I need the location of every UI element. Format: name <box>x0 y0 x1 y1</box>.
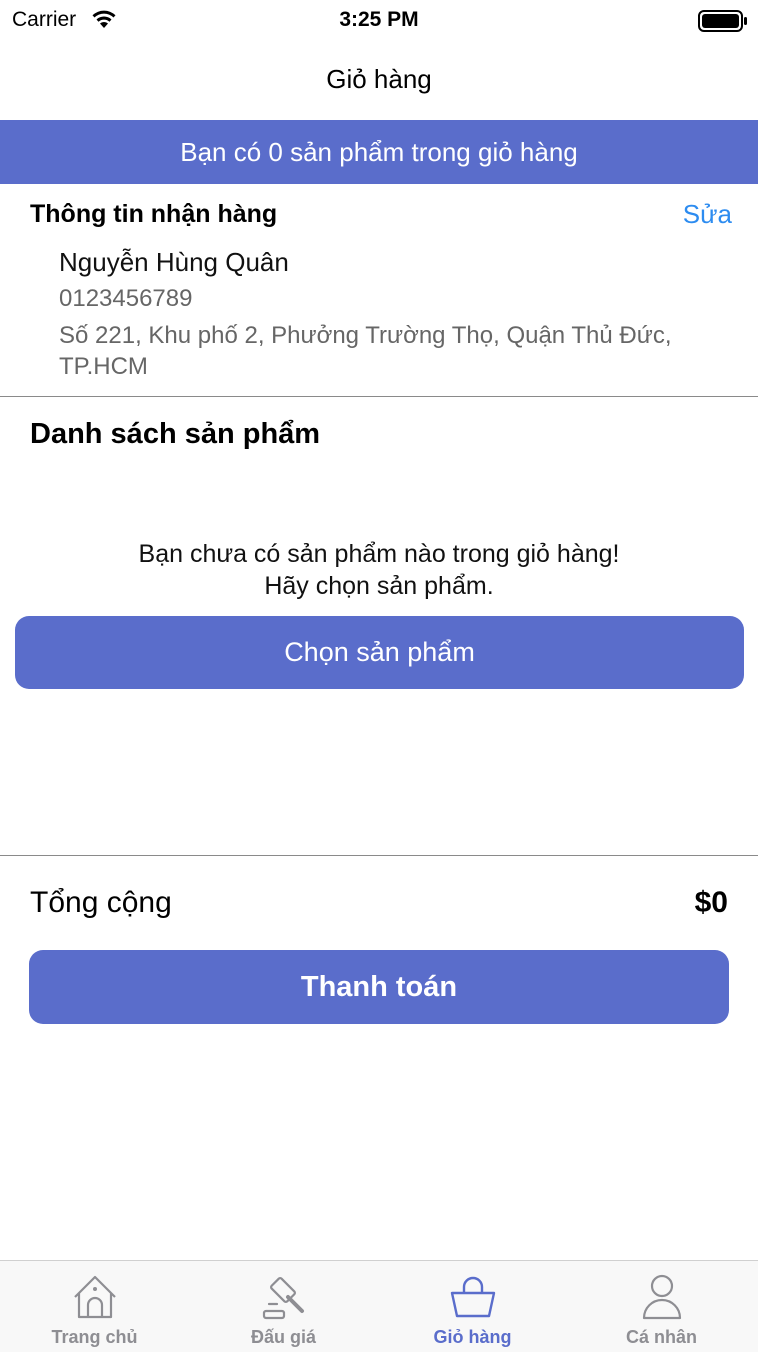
tab-label: Đấu giá <box>250 1327 316 1347</box>
tab-bar: Trang chủ Đấu giá Giỏ hàng Cá nhân <box>0 1260 758 1352</box>
choose-products-button[interactable]: Chọn sản phẩm <box>15 616 744 689</box>
section-divider <box>0 855 758 856</box>
tab-home[interactable]: Trang chủ <box>0 1261 189 1352</box>
tab-profile[interactable]: Cá nhân <box>567 1261 756 1352</box>
total-label: Tổng cộng <box>30 886 172 919</box>
status-bar: Carrier 3:25 PM <box>0 0 758 42</box>
gavel-icon <box>262 1277 304 1320</box>
shipping-info-title: Thông tin nhận hàng <box>30 200 278 228</box>
empty-cart-message: Bạn chưa có sản phẩm nào trong giỏ hàng!… <box>0 538 758 602</box>
edit-shipping-link[interactable]: Sửa <box>683 199 732 230</box>
total-value: $0 <box>694 886 728 919</box>
tab-label: Trang chủ <box>51 1327 138 1347</box>
empty-cart-hint: Hãy chọn sản phẩm. <box>264 572 494 600</box>
recipient-name: Nguyễn Hùng Quân <box>59 247 289 277</box>
tab-label: Giỏ hàng <box>433 1327 512 1347</box>
tab-label: Cá nhân <box>625 1327 697 1347</box>
cart-screen: Carrier 3:25 PM Giỏ hàng Bạn có 0 sản ph… <box>0 0 758 1352</box>
recipient-phone: 0123456789 <box>59 285 193 312</box>
status-time: 3:25 PM <box>339 8 419 31</box>
person-icon <box>642 1274 681 1320</box>
battery-icon <box>698 10 747 32</box>
product-list-title: Danh sách sản phẩm <box>30 418 321 450</box>
basket-icon <box>450 1276 495 1318</box>
empty-cart-line: Bạn chưa có sản phẩm nào trong giỏ hàng! <box>138 540 620 568</box>
page-title: Giỏ hàng <box>326 64 432 94</box>
section-divider <box>0 396 758 397</box>
tab-auction[interactable]: Đấu giá <box>189 1261 378 1352</box>
tab-cart[interactable]: Giỏ hàng <box>378 1261 567 1352</box>
cart-count-banner: Bạn có 0 sản phẩm trong giỏ hàng <box>0 120 758 184</box>
home-icon <box>73 1275 116 1319</box>
recipient-address: Số 221, Khu phố 2, Phưởng Trường Thọ, Qu… <box>59 322 672 380</box>
checkout-button[interactable]: Thanh toán <box>29 950 729 1024</box>
